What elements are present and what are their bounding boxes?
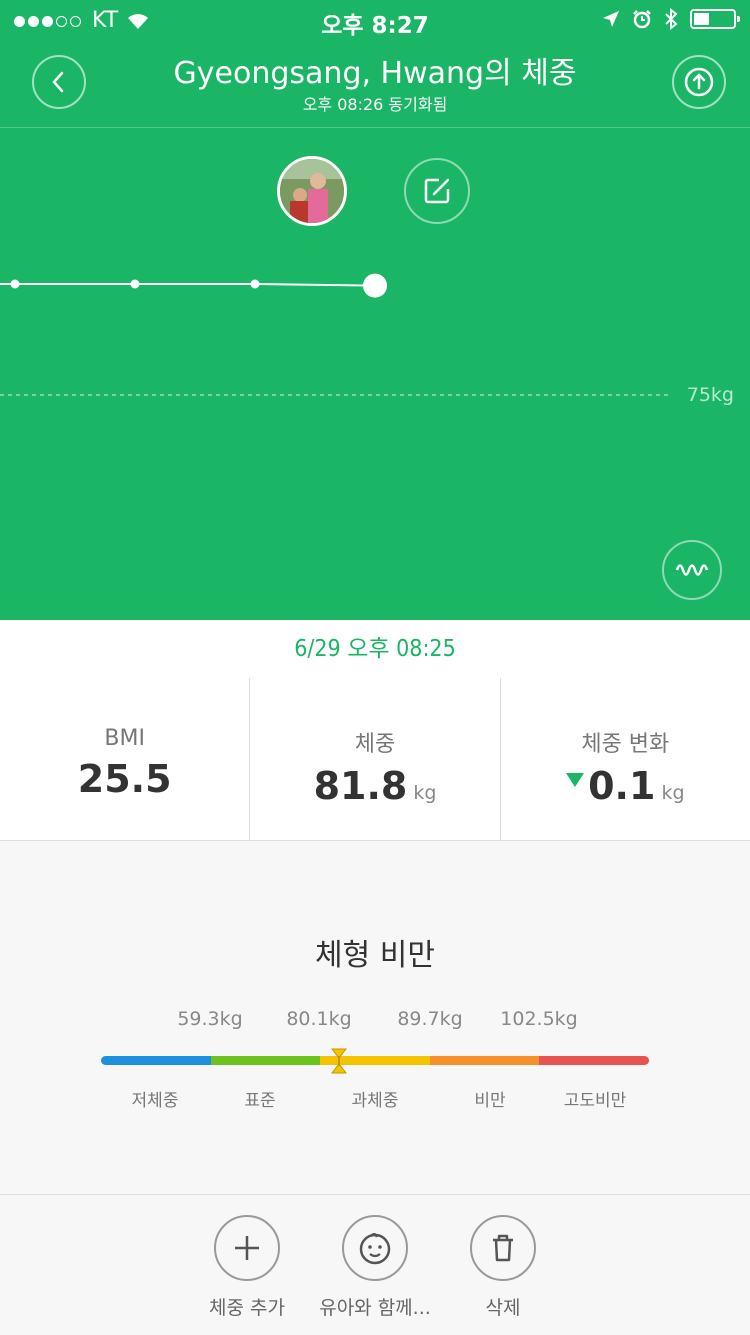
avatar-photo: [280, 159, 344, 223]
delete-button[interactable]: 삭제: [433, 1215, 573, 1320]
selected-data-point[interactable]: [363, 273, 387, 298]
page-title: Gyeongsang, Hwang의 체중: [173, 56, 577, 91]
body-type-title: 체형 비만: [315, 938, 435, 973]
category-label: 과체중: [351, 1091, 399, 1111]
threshold-label: 89.7kg: [397, 1008, 463, 1030]
location-arrow-icon: [603, 11, 619, 27]
delete-label: 삭제: [485, 1297, 521, 1319]
scale-segment-normal: [210, 1056, 321, 1065]
bmi-label: BMI: [104, 726, 145, 751]
bmi-value: 25.5: [77, 757, 172, 801]
bmi-stat: BMI 25.5: [0, 678, 251, 840]
weight-unit: kg: [413, 782, 437, 804]
alarm-icon: [633, 10, 651, 29]
edit-button[interactable]: [404, 158, 470, 224]
data-point[interactable]: [10, 279, 20, 289]
reference-line-label: 75kg: [686, 384, 734, 406]
sync-status: 오후 08:26 동기화됨: [302, 95, 448, 114]
baby-face-icon: [359, 1233, 391, 1265]
weight-change-value: 0.1: [588, 764, 656, 808]
weight-change-stat: 체중 변화 0.1 kg: [501, 678, 750, 840]
threshold-label: 102.5kg: [500, 1008, 578, 1030]
threshold-label: 80.1kg: [286, 1008, 352, 1030]
scale-segment-underweight: [101, 1056, 211, 1065]
weight-label: 체중: [354, 732, 396, 757]
wave-icon: [675, 564, 709, 576]
current-weight-marker: [331, 1048, 348, 1074]
bottom-toolbar: 체중 추가 유아와 함께... 삭제: [0, 1194, 750, 1335]
weight-change-label: 체중 변화: [581, 732, 670, 757]
add-weight-button[interactable]: 체중 추가: [177, 1215, 317, 1320]
category-label: 저체중: [131, 1091, 179, 1111]
weight-trend-chart: [0, 273, 668, 396]
plus-icon: [235, 1236, 259, 1260]
scale-segment-severe-obese: [539, 1056, 649, 1065]
header-divider: [0, 127, 750, 128]
share-button[interactable]: [672, 55, 726, 109]
upload-icon: [684, 67, 714, 97]
with-baby-label: 유아와 함께...: [319, 1297, 431, 1319]
measurement-datetime: 6/29 오후 08:25: [0, 620, 750, 679]
with-baby-button[interactable]: 유아와 함께...: [305, 1215, 445, 1320]
body-type-scale: [101, 1056, 649, 1065]
edit-icon: [424, 178, 450, 204]
threshold-label: 59.3kg: [177, 1008, 243, 1030]
category-label: 고도비만: [563, 1091, 627, 1111]
series-line-segment: [254, 283, 376, 287]
status-bar: KT 오후 8:27: [0, 0, 750, 40]
category-label: 표준: [244, 1091, 276, 1111]
add-weight-label: 체중 추가: [209, 1297, 285, 1319]
trend-view-button[interactable]: [662, 540, 722, 600]
trash-icon: [493, 1234, 513, 1262]
weight-change-unit: kg: [661, 782, 685, 804]
down-arrow-icon: [566, 773, 585, 787]
bluetooth-icon: [665, 8, 678, 30]
weight-stat: 체중 81.8 kg: [250, 678, 501, 840]
scale-segment-obese: [429, 1056, 540, 1065]
battery-icon: [690, 9, 740, 29]
weight-value: 81.8: [313, 764, 408, 808]
stats-row: BMI 25.5 체중 81.8 kg 체중 변화 0.1 kg: [0, 678, 750, 841]
data-point[interactable]: [250, 279, 260, 289]
category-label: 비만: [474, 1091, 506, 1111]
status-right: [602, 8, 740, 30]
avatar[interactable]: [277, 156, 347, 226]
data-point[interactable]: [130, 279, 140, 289]
